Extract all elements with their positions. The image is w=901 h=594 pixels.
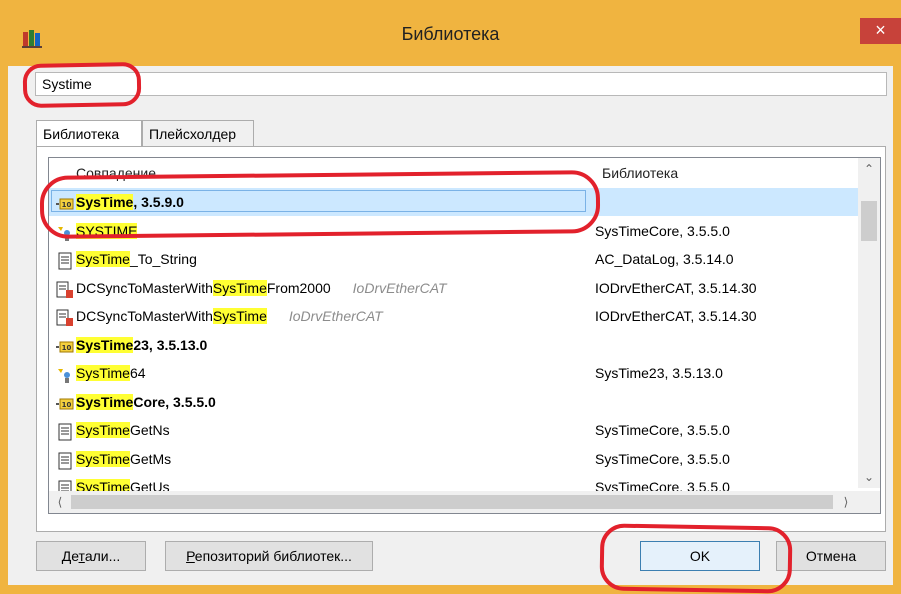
- item-context: IoDrvEtherCAT: [352, 279, 447, 296]
- search-match-highlight: SysTime: [212, 308, 267, 324]
- item-name-suffix: 23, 3.5.13.0: [133, 336, 208, 353]
- search-match-highlight: SysTime: [212, 279, 267, 296]
- cancel-button[interactable]: Отмена: [776, 541, 886, 571]
- search-match-highlight: SysTime: [76, 393, 134, 410]
- vertical-scrollbar[interactable]: ⌃ ⌄: [858, 158, 880, 488]
- item-name: 10 SysTimeCore, 3.5.5.0: [56, 388, 216, 416]
- search-match-highlight: SysTime: [76, 365, 130, 381]
- details-label-a: Де: [61, 548, 79, 564]
- item-library: AC_DataLog, 3.5.14.0: [595, 251, 734, 267]
- item-context: IoDrvEtherCAT: [288, 308, 383, 324]
- item-name: SysTimeGetNs: [56, 416, 170, 444]
- item-name-prefix: DCSyncToMasterWith: [76, 308, 213, 324]
- item-library: IODrvEtherCAT, 3.5.14.30: [595, 308, 757, 324]
- list-item[interactable]: 10 SysTime23, 3.5.13.0: [49, 331, 858, 359]
- list-item[interactable]: SysTimeGetMs SysTimeCore, 3.5.5.0: [49, 445, 858, 473]
- close-icon: ×: [875, 20, 886, 40]
- annotation-ring-result: [39, 170, 601, 239]
- item-name-suffix: Core, 3.5.5.0: [133, 393, 216, 410]
- repository-button[interactable]: Репозиторий библиотек...: [165, 541, 373, 571]
- list-item[interactable]: SysTime64 SysTime23, 3.5.13.0: [49, 359, 858, 387]
- function-block-icon: [56, 280, 74, 298]
- details-label-c: али...: [84, 548, 121, 564]
- search-match-highlight: SysTime: [76, 422, 130, 438]
- item-name: DCSyncToMasterWithSysTimeFrom2000 IoDrvEt…: [56, 274, 447, 302]
- scroll-left-icon[interactable]: ⟨: [49, 491, 71, 513]
- item-name-suffix: GetMs: [129, 450, 172, 467]
- details-button[interactable]: Детали...: [36, 541, 146, 571]
- item-name-prefix: DCSyncToMasterWith: [76, 279, 213, 296]
- annotation-ring-ok: [599, 523, 793, 594]
- library-package-icon: 10: [56, 337, 74, 355]
- close-button[interactable]: ×: [860, 18, 901, 44]
- item-name-suffix: From2000: [266, 279, 331, 296]
- repository-label-c: епозиторий библиотек...: [194, 548, 352, 564]
- item-library: SysTimeCore, 3.5.5.0: [595, 222, 730, 239]
- scroll-right-icon[interactable]: ⟩: [835, 491, 857, 513]
- item-name-suffix: 64: [129, 365, 146, 381]
- item-name: SysTimeGetMs: [56, 445, 171, 473]
- list-item[interactable]: DCSyncToMasterWithSysTime IoDrvEtherCAT IO…: [49, 302, 858, 330]
- list-item[interactable]: 10 SysTimeCore, 3.5.5.0: [49, 388, 858, 416]
- function-document-icon: [56, 422, 74, 441]
- svg-text:10: 10: [62, 401, 72, 409]
- library-package-icon: 10: [56, 394, 74, 412]
- window-title: Библиотека: [401, 24, 500, 44]
- tab-1[interactable]: Плейсхолдер: [142, 120, 254, 146]
- horizontal-scroll-thumb[interactable]: [71, 495, 833, 509]
- scroll-up-icon[interactable]: ⌃: [858, 158, 880, 180]
- item-name-suffix: GetNs: [129, 422, 170, 438]
- item-name: 10 SysTime23, 3.5.13.0: [56, 331, 207, 359]
- item-name: SysTime_To_String: [56, 245, 197, 273]
- tab-0[interactable]: Библиотека: [36, 120, 142, 147]
- svg-text:10: 10: [62, 344, 72, 352]
- function-block-icon: [56, 308, 74, 327]
- column-header-library[interactable]: Библиотека: [602, 165, 678, 181]
- dialog-body: БиблиотекаПлейсхолдер Совпадение Библиот…: [8, 66, 893, 585]
- annotation-ring-search: [22, 61, 142, 109]
- title-bar[interactable]: Библиотека ×: [0, 0, 901, 66]
- vertical-scroll-thumb[interactable]: [861, 201, 877, 241]
- search-match-highlight: SysTime: [76, 336, 134, 353]
- item-library: SysTimeCore, 3.5.5.0: [595, 450, 730, 467]
- item-name-suffix: _To_String: [129, 251, 197, 267]
- list-item[interactable]: SysTime_To_String AC_DataLog, 3.5.14.0: [49, 245, 858, 273]
- search-input[interactable]: [35, 72, 887, 96]
- item-library: SysTime23, 3.5.13.0: [595, 365, 723, 381]
- repository-label-b: Р: [186, 548, 195, 564]
- enum-type-icon: [56, 365, 74, 384]
- scroll-down-icon[interactable]: ⌄: [858, 466, 880, 488]
- search-match-highlight: SysTime: [76, 251, 130, 267]
- item-name: DCSyncToMasterWithSysTime IoDrvEtherCAT: [56, 302, 383, 330]
- function-document-icon: [56, 451, 74, 470]
- item-name: SysTime64: [56, 359, 146, 387]
- search-match-highlight: SysTime: [76, 450, 130, 467]
- list-item[interactable]: SysTimeGetNs SysTimeCore, 3.5.5.0: [49, 416, 858, 444]
- library-dialog: Библиотека × БиблиотекаПлейсхолдер Совпа…: [0, 0, 901, 594]
- function-document-icon: [56, 251, 74, 270]
- list-item[interactable]: DCSyncToMasterWithSysTimeFrom2000 IoDrvEt…: [49, 274, 858, 302]
- item-library: IODrvEtherCAT, 3.5.14.30: [595, 279, 757, 296]
- horizontal-scrollbar[interactable]: ⟨ ⟩: [49, 491, 880, 513]
- item-library: SysTimeCore, 3.5.5.0: [595, 422, 730, 438]
